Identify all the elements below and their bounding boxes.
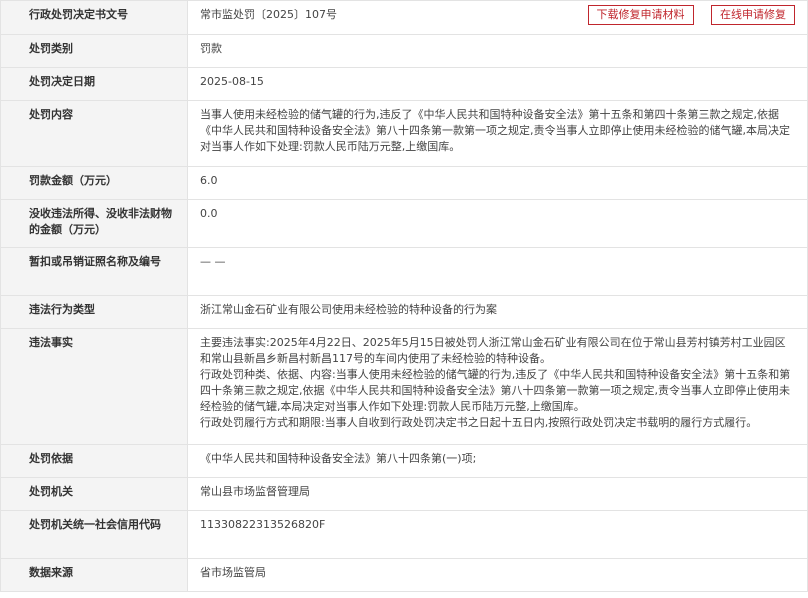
violation-facts-cell: 主要违法事实:2025年4月22日、2025年5月15日被处罚人浙江常山金石矿业… (187, 328, 808, 445)
penalty-info-table: 行政处罚决定书文号 常市监处罚〔2025〕107号 下载修复申请材料 在线申请修… (0, 0, 808, 592)
decision-number-value: 常市监处罚〔2025〕107号 (200, 8, 337, 21)
decision-date-value: 2025-08-15 (187, 67, 808, 101)
authority-credit-code-label: 处罚机关统一社会信用代码 (0, 510, 188, 559)
authority-credit-code-value: 11330822313526820F (187, 510, 808, 559)
violation-facts-paragraph: 行政处罚种类、依据、内容:当事人使用未经检验的储气罐的行为,违反了《中华人民共和… (200, 368, 791, 413)
online-repair-button[interactable]: 在线申请修复 (711, 5, 795, 25)
confiscation-amount-label: 没收违法所得、没收非法财物的金额（万元） (0, 199, 188, 248)
penalty-type-value: 罚款 (187, 34, 808, 68)
row-penalty-type: 处罚类别 罚款 (0, 34, 808, 68)
row-decision-number: 行政处罚决定书文号 常市监处罚〔2025〕107号 下载修复申请材料 在线申请修… (0, 0, 808, 35)
fine-amount-value: 6.0 (187, 166, 808, 200)
decision-number-cell: 常市监处罚〔2025〕107号 下载修复申请材料 在线申请修复 (187, 0, 808, 35)
violation-type-value: 浙江常山金石矿业有限公司使用未经检验的特种设备的行为案 (187, 295, 808, 329)
row-fine-amount: 罚款金额（万元） 6.0 (0, 166, 808, 200)
row-confiscation-amount: 没收违法所得、没收非法财物的金额（万元） 0.0 (0, 199, 808, 248)
license-revocation-value: — — (187, 247, 808, 296)
penalty-content-value: 当事人使用未经检验的储气罐的行为,违反了《中华人民共和国特种设备安全法》第十五条… (187, 100, 808, 167)
row-violation-facts: 违法事实 主要违法事实:2025年4月22日、2025年5月15日被处罚人浙江常… (0, 328, 808, 445)
row-penalty-authority: 处罚机关 常山县市场监督管理局 (0, 477, 808, 511)
penalty-content-label: 处罚内容 (0, 100, 188, 167)
fine-amount-label: 罚款金额（万元） (0, 166, 188, 200)
row-license-revocation: 暂扣或吊销证照名称及编号 — — (0, 247, 808, 296)
decision-date-label: 处罚决定日期 (0, 67, 188, 101)
penalty-basis-label: 处罚依据 (0, 444, 188, 478)
penalty-authority-label: 处罚机关 (0, 477, 188, 511)
download-repair-materials-button[interactable]: 下载修复申请材料 (587, 5, 694, 25)
row-data-source: 数据来源 省市场监管局 (0, 558, 808, 592)
data-source-label: 数据来源 (0, 558, 188, 592)
violation-type-label: 违法行为类型 (0, 295, 188, 329)
row-penalty-content: 处罚内容 当事人使用未经检验的储气罐的行为,违反了《中华人民共和国特种设备安全法… (0, 100, 808, 167)
confiscation-amount-value: 0.0 (187, 199, 808, 248)
repair-buttons: 下载修复申请材料 在线申请修复 (574, 5, 795, 25)
decision-number-label: 行政处罚决定书文号 (0, 0, 188, 35)
violation-facts-paragraph: 主要违法事实:2025年4月22日、2025年5月15日被处罚人浙江常山金石矿业… (200, 336, 786, 365)
data-source-value: 省市场监管局 (187, 558, 808, 592)
row-penalty-basis: 处罚依据 《中华人民共和国特种设备安全法》第八十四条第(一)项; (0, 444, 808, 478)
license-revocation-label: 暂扣或吊销证照名称及编号 (0, 247, 188, 296)
row-violation-type: 违法行为类型 浙江常山金石矿业有限公司使用未经检验的特种设备的行为案 (0, 295, 808, 329)
row-decision-date: 处罚决定日期 2025-08-15 (0, 67, 808, 101)
penalty-authority-value: 常山县市场监督管理局 (187, 477, 808, 511)
violation-facts-paragraph: 行政处罚履行方式和期限:当事人自收到行政处罚决定书之日起十五日内,按照行政处罚决… (200, 416, 758, 429)
violation-facts-label: 违法事实 (0, 328, 188, 445)
penalty-type-label: 处罚类别 (0, 34, 188, 68)
penalty-basis-value: 《中华人民共和国特种设备安全法》第八十四条第(一)项; (187, 444, 808, 478)
row-authority-credit-code: 处罚机关统一社会信用代码 11330822313526820F (0, 510, 808, 559)
